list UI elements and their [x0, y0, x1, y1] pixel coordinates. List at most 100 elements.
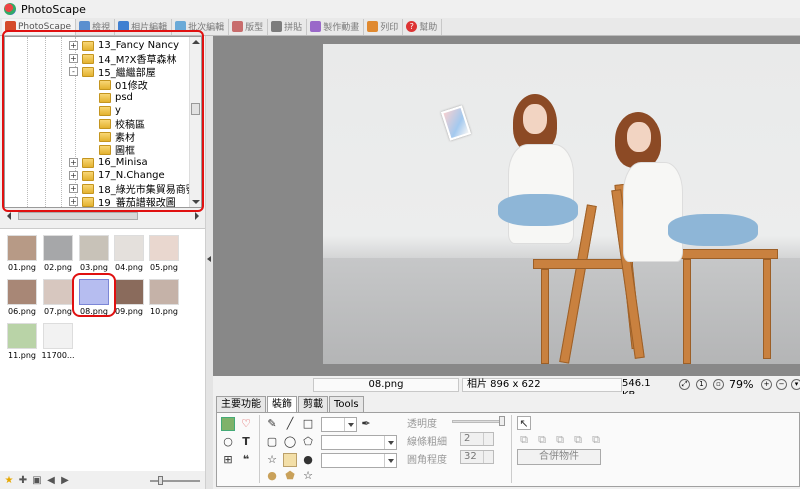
folder-up-icon[interactable]: ▣	[31, 475, 43, 487]
thumbnail-image	[114, 235, 144, 261]
left-panel: +13_Fancy Nancy +14_M?X香草森林 -15_繼繼部屋 01修…	[0, 30, 210, 489]
thumbnail-image	[7, 279, 37, 305]
tab-home[interactable]: 主要功能	[216, 396, 266, 412]
send-back-icon[interactable]: ⧉	[535, 433, 549, 447]
back-arrow-icon[interactable]: ◀	[45, 475, 57, 487]
spin-buttons[interactable]	[483, 451, 493, 463]
stamp-icon[interactable]: ⊞	[221, 453, 235, 467]
chair-leg	[541, 269, 549, 364]
transparency-slider-knob[interactable]	[499, 416, 505, 426]
thumbnail[interactable]: 06.png	[5, 279, 39, 316]
select-pointer-icon[interactable]: ↖	[517, 416, 531, 430]
zoom-fit-icon[interactable]: ▫	[713, 379, 724, 390]
text-icon[interactable]: T	[239, 435, 253, 449]
corner-radius-stepper[interactable]: 32	[460, 450, 494, 464]
thumbnail-label: 03.png	[80, 263, 108, 272]
pen-icon[interactable]: ✎	[265, 417, 279, 431]
tab-crop[interactable]: 剪載	[298, 396, 328, 412]
slider-knob[interactable]	[158, 476, 163, 485]
zoom-in-icon[interactable]: +	[761, 379, 772, 390]
filled-rectangle-icon[interactable]	[283, 453, 297, 467]
tab-page[interactable]: 版型	[229, 18, 269, 35]
copy-object-icon[interactable]: ⧉	[553, 433, 567, 447]
outline-star-icon[interactable]: ☆	[301, 469, 315, 483]
rounded-rectangle-icon[interactable]: ▢	[265, 435, 279, 449]
tab-label: 拼貼	[284, 23, 303, 33]
print-tab-icon	[367, 21, 379, 32]
edited-photo[interactable]	[323, 44, 800, 364]
dropdown-caret-icon	[344, 418, 356, 431]
merge-objects-button[interactable]: 合併物件	[517, 449, 601, 465]
eyedropper-icon[interactable]: ✒	[359, 417, 373, 431]
thumbnail[interactable]: 02.png	[41, 235, 75, 272]
decoration-frame-sticker[interactable]	[440, 105, 472, 141]
transparency-slider[interactable]	[452, 420, 502, 423]
zoom-original-icon[interactable]: 1	[696, 379, 707, 390]
thumbnail[interactable]: 03.png	[77, 235, 111, 272]
tab-combine[interactable]: 拼貼	[268, 18, 308, 35]
tab-label: 幫助	[419, 23, 438, 33]
tab-print[interactable]: 列印	[364, 18, 404, 35]
paste-object-icon[interactable]: ⧉	[571, 433, 585, 447]
thumbnail[interactable]: 01.png	[5, 235, 39, 272]
thumbnail-size-slider[interactable]	[150, 476, 200, 485]
thumbnail[interactable]: 11700...	[41, 323, 75, 360]
tab-animated-gif[interactable]: 製作動畫	[307, 18, 365, 35]
forward-arrow-icon[interactable]: ▶	[59, 475, 71, 487]
page-tab-icon	[232, 21, 244, 32]
speech-balloon-icon[interactable]: ○	[221, 435, 235, 449]
scroll-thumb[interactable]	[18, 212, 138, 220]
add-favorite-icon[interactable]: ✚	[17, 475, 29, 487]
thumbnail[interactable]: 09.png	[112, 279, 146, 316]
zoom-menu-icon[interactable]: ▾	[791, 379, 800, 390]
thumbnail-image	[43, 235, 73, 261]
panel-splitter[interactable]	[205, 36, 213, 489]
tab-tools[interactable]: Tools	[329, 396, 364, 412]
delete-object-icon[interactable]: ⧉	[589, 433, 603, 447]
photo-person-jeans	[498, 194, 578, 226]
star-shape-icon[interactable]: ☆	[265, 453, 279, 467]
tab-object[interactable]: 裝飾	[267, 396, 297, 413]
dropdown-caret-icon	[384, 454, 396, 467]
color-picker-dropdown[interactable]	[321, 417, 357, 432]
line-icon[interactable]: ╱	[283, 417, 297, 431]
line-width-stepper[interactable]: 2	[460, 432, 494, 446]
star-icon[interactable]: ★	[3, 475, 15, 487]
spin-buttons[interactable]	[483, 433, 493, 445]
thumbnail[interactable]: 04.png	[112, 235, 146, 272]
thumbnail[interactable]: 07.png	[41, 279, 75, 316]
icon-insert-icon[interactable]: ♡	[239, 417, 253, 431]
circle-icon[interactable]: ◯	[283, 435, 297, 449]
selected-thumbnail-highlight	[72, 273, 116, 317]
thumbnail-label: 11.png	[8, 351, 36, 360]
scroll-left-icon[interactable]	[7, 212, 11, 220]
thumbnail-image	[7, 323, 37, 349]
rectangle-icon[interactable]: □	[301, 417, 315, 431]
filled-ellipse-icon[interactable]: ●	[265, 469, 279, 483]
scroll-right-icon[interactable]	[195, 212, 199, 220]
fit-screen-icon[interactable]: ⤢	[679, 379, 690, 390]
thumbnail-image	[43, 323, 73, 349]
quote-icon[interactable]: ❝	[239, 453, 253, 467]
photo-insert-icon[interactable]	[221, 417, 235, 431]
zoom-out-icon[interactable]: −	[776, 379, 787, 390]
chair-seat	[668, 249, 778, 259]
filled-circle-icon[interactable]: ●	[301, 453, 315, 467]
thumbnail[interactable]: 10.png	[147, 279, 181, 316]
tab-help[interactable]: ? 幫助	[403, 18, 443, 35]
editor-tab-bar: 主要功能 裝飾 剪載 Tools	[216, 396, 365, 413]
line-style-dropdown[interactable]	[321, 435, 397, 450]
pentagon-icon[interactable]: ⬠	[301, 435, 315, 449]
bring-front-icon[interactable]: ⧉	[517, 433, 531, 447]
thumbnail[interactable]: 05.png	[147, 235, 181, 272]
image-canvas[interactable]	[213, 36, 800, 376]
filled-pentagon-icon[interactable]: ⬟	[283, 469, 297, 483]
thumbnail[interactable]: 11.png	[5, 323, 39, 360]
folder-tree-highlight	[2, 30, 204, 212]
collapse-panel-icon[interactable]	[207, 256, 211, 262]
corner-radius-value: 32	[464, 451, 477, 462]
fill-style-dropdown[interactable]	[321, 453, 397, 468]
editor-panel: 主要功能 裝飾 剪載 Tools ♡ ○ T ⊞ ❝ ✎ ╱ □ ▢ ◯ ⬠ ☆…	[213, 394, 800, 489]
thumbnail-grid: 01.png 02.png 03.png 04.png 05.png 06.pn…	[0, 228, 205, 471]
thumbnail-image	[79, 235, 109, 261]
